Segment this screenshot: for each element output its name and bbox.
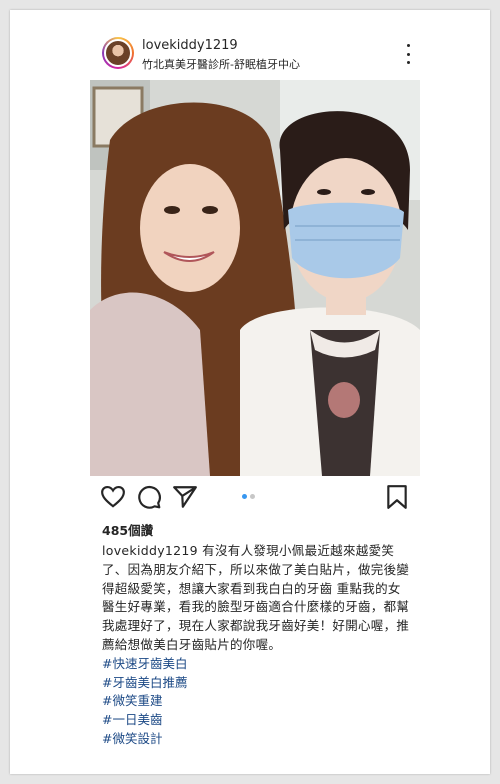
likes-count[interactable]: 485個讚 [90,520,420,539]
hashtag[interactable]: #微笑重建 [102,692,420,711]
post-frame: lovekiddy1219 竹北真美牙醫診所-舒眠植牙中心 485個讚 love… [10,10,490,774]
action-bar [90,476,420,520]
more-dots-icon[interactable] [400,44,416,64]
post-photo [90,80,420,476]
carousel-indicator [242,494,255,499]
caption: lovekiddy1219 有沒有人發現小佩最近越來越愛笑了、因為朋友介紹下，所… [90,539,420,655]
caption-text: 有沒有人發現小佩最近越來越愛笑了、因為朋友介紹下，所以來做了美白貼片，做完後變得… [102,543,410,652]
bookmark-icon[interactable] [384,484,410,510]
hashtag[interactable]: #微笑設計 [102,730,420,749]
caption-username[interactable]: lovekiddy1219 [102,543,198,558]
instagram-post: lovekiddy1219 竹北真美牙醫診所-舒眠植牙中心 485個讚 love… [90,28,420,749]
hashtag[interactable]: #牙齒美白推薦 [102,674,420,693]
post-header: lovekiddy1219 竹北真美牙醫診所-舒眠植牙中心 [90,28,420,80]
carousel-dot-active [242,494,247,499]
hashtag-list: #快速牙齒美白 #牙齒美白推薦 #微笑重建 #一日美齒 #微笑設計 [90,655,420,749]
carousel-dot [250,494,255,499]
heart-icon[interactable] [100,484,126,510]
hashtag[interactable]: #一日美齒 [102,711,420,730]
location[interactable]: 竹北真美牙醫診所-舒眠植牙中心 [142,56,300,72]
username[interactable]: lovekiddy1219 [142,38,238,53]
avatar[interactable] [102,37,134,69]
comment-icon[interactable] [136,484,162,510]
paper-plane-icon[interactable] [172,484,198,510]
hashtag[interactable]: #快速牙齒美白 [102,655,420,674]
